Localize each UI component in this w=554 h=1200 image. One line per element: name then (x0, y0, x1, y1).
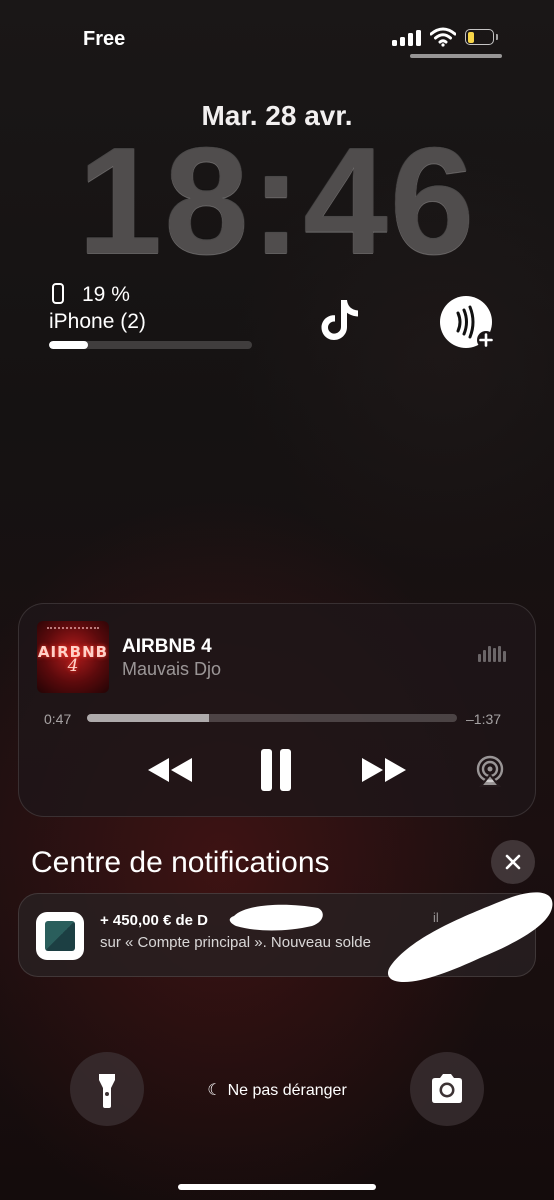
forward-button[interactable] (356, 750, 412, 790)
airplay-button[interactable] (473, 754, 507, 788)
waveform-icon (478, 646, 506, 662)
battery-widget-device: iPhone (2) (49, 310, 146, 333)
notification-center-title: Centre de notifications (31, 846, 330, 879)
phone-icon (52, 283, 64, 304)
carrier-label: Free (83, 28, 126, 50)
playback-scrubber-fill (87, 714, 210, 722)
battery-widget-bar-fill (49, 341, 88, 349)
notification-body: sur « Compte principal ». Nouveau solde (100, 934, 371, 951)
dnd-label: Ne pas déranger (227, 1082, 347, 1099)
bank-app-icon (36, 912, 84, 960)
battery-widget-bar (49, 341, 252, 349)
track-artist: Mauvais Djo (122, 659, 222, 679)
artwork-number: 4 (67, 656, 79, 676)
clear-notifications-button[interactable] (491, 840, 535, 884)
camera-button[interactable] (410, 1052, 484, 1126)
wallet-add-icon[interactable] (438, 296, 495, 352)
airplay-icon (476, 755, 504, 787)
tiktok-icon[interactable] (314, 294, 366, 346)
rewind-icon (148, 758, 192, 782)
redaction-scribble (384, 886, 554, 986)
battery-icon (465, 29, 498, 45)
remaining-time: –1:37 (466, 711, 502, 727)
track-title: AIRBNB 4 (122, 636, 212, 657)
rewind-button[interactable] (142, 750, 198, 790)
lock-time: 18:46 (77, 116, 477, 286)
home-indicator[interactable] (178, 1184, 376, 1190)
playback-scrubber[interactable] (87, 714, 457, 722)
pause-icon (261, 749, 291, 791)
album-artwork[interactable]: AIRBNB 4 (37, 621, 109, 693)
cellular-signal-icon (392, 30, 422, 46)
wifi-icon (429, 27, 457, 47)
control-center-indicator[interactable] (410, 54, 502, 58)
elapsed-time: 0:47 (44, 711, 72, 727)
notification-title: + 450,00 € de D (100, 912, 208, 929)
redaction-scribble (226, 900, 328, 934)
battery-widget-percent: 19 % (82, 283, 130, 306)
camera-icon (432, 1074, 462, 1103)
pause-button[interactable] (253, 745, 299, 795)
moon-icon: ☾ (207, 1082, 222, 1099)
forward-icon (362, 758, 406, 782)
close-icon (505, 854, 521, 870)
